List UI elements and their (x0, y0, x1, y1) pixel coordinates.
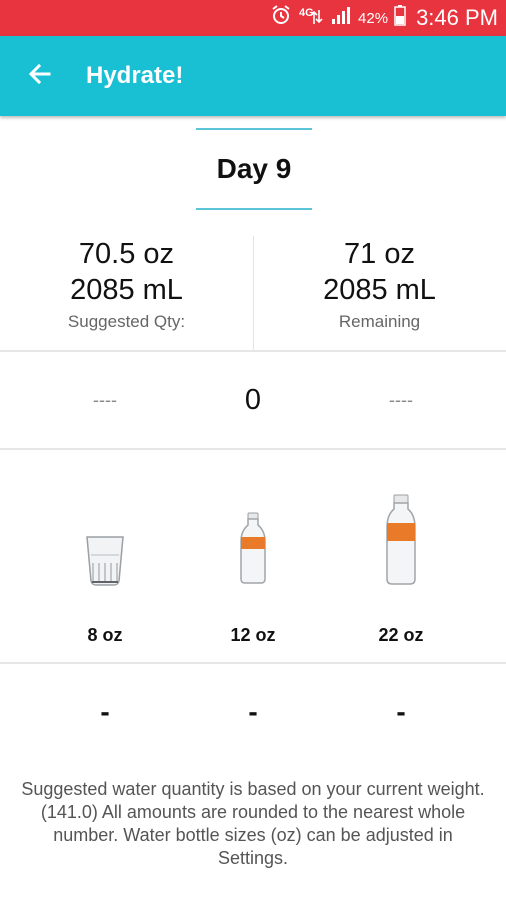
glass-icon (21, 451, 189, 601)
intake-counter: 0 (244, 384, 262, 416)
day-label: Day 9 (216, 153, 292, 184)
container-12oz[interactable]: 12 oz (169, 451, 337, 661)
remaining-label: Remaining (338, 312, 421, 331)
app-bar: Hydrate! (0, 36, 506, 116)
container-label: 12 oz (230, 625, 276, 645)
status-icons: 4G 42% 3:46 PM (270, 0, 498, 36)
back-button[interactable] (18, 54, 62, 98)
remove-12oz-button[interactable]: - (169, 666, 337, 758)
status-bar: 4G 42% 3:46 PM (0, 0, 506, 36)
remaining-stat: 71 oz 2085 mL Remaining (253, 236, 506, 350)
large-bottle-icon (317, 451, 485, 601)
suggested-oz: 70.5 oz (78, 238, 175, 270)
counter-left-placeholder: ---- (93, 390, 117, 410)
suggested-qty-stat: 70.5 oz 2085 mL Suggested Qty: (0, 236, 253, 350)
app-title: Hydrate! (86, 62, 184, 89)
battery-icon (394, 4, 406, 32)
remove-22oz-button[interactable]: - (317, 666, 485, 758)
divider (0, 662, 506, 664)
container-options: 8 oz 12 oz 22 oz (0, 451, 506, 661)
remaining-oz: 71 oz (344, 238, 415, 270)
suggested-ml: 2085 mL (70, 274, 183, 306)
arrow-left-icon (27, 61, 53, 92)
suggested-label: Suggested Qty: (67, 312, 186, 331)
remaining-ml: 2085 mL (323, 274, 436, 306)
info-note: Suggested water quantity is based on you… (21, 779, 485, 868)
small-bottle-icon (169, 451, 337, 601)
stats-divider (253, 236, 254, 350)
counter-row: ---- 0 ---- (0, 352, 506, 448)
battery-percentage: 42% (358, 9, 389, 27)
svg-text:4G: 4G (299, 7, 314, 19)
alarm-icon (270, 4, 292, 32)
remove-8oz-button[interactable]: - (21, 666, 189, 758)
day-indicator: Day 9 (196, 128, 312, 210)
container-22oz[interactable]: 22 oz (317, 451, 485, 661)
network-4g-icon: 4G (298, 4, 324, 32)
signal-icon (330, 4, 352, 32)
remove-row: - - - (0, 666, 506, 758)
divider (0, 448, 506, 450)
status-clock: 3:46 PM (416, 5, 498, 30)
container-8oz[interactable]: 8 oz (21, 451, 189, 661)
container-label: 22 oz (378, 625, 424, 645)
counter-right-placeholder: ---- (389, 390, 413, 410)
container-label: 8 oz (87, 625, 123, 645)
